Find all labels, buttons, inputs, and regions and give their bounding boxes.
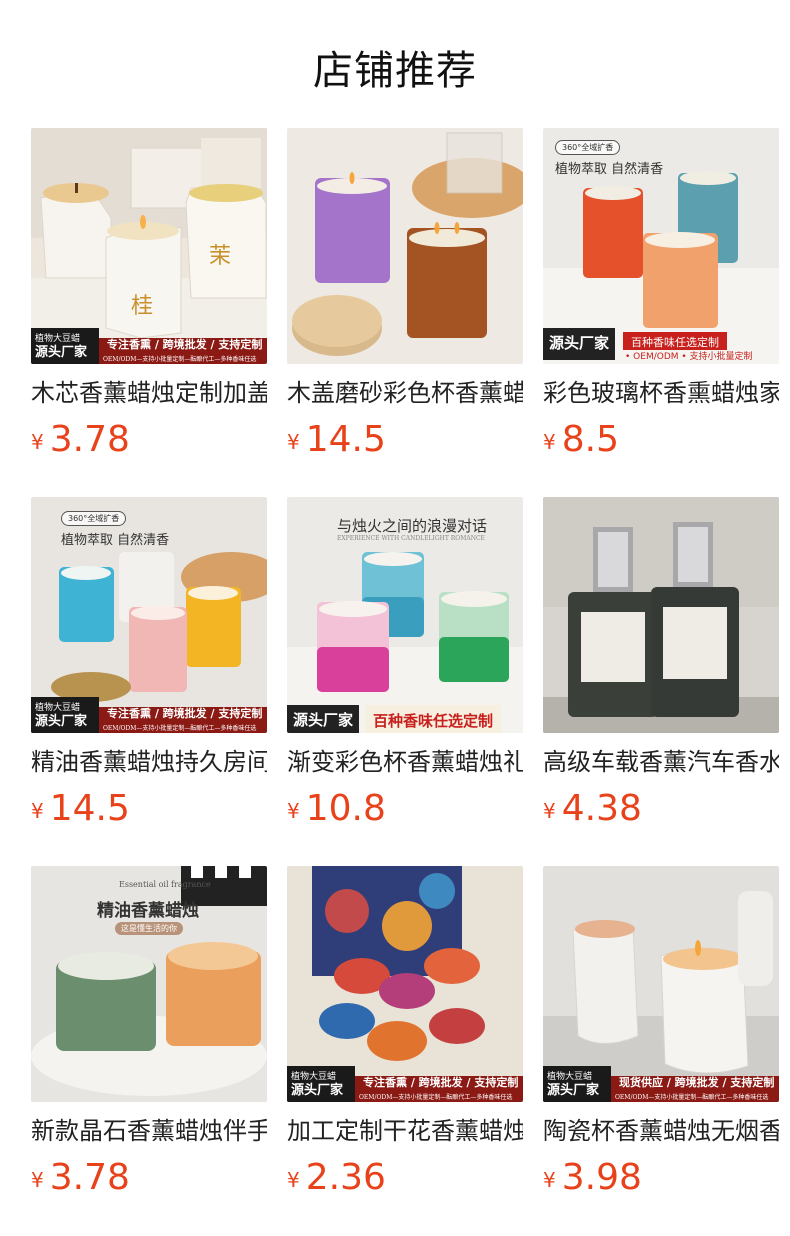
product-card[interactable]: 360°全域扩香 植物萃取 自然清香 源头厂家 百种香味任选定制 • OEM/O… [543,128,779,464]
feature-text: 植物萃取 自然清香 [555,162,664,177]
product-card[interactable]: Essential oil fragrance 精油香薰蜡烛 这是懂生活的你 新… [31,866,267,1202]
currency-symbol: ¥ [287,430,300,454]
price-value: 3.98 [561,1157,642,1198]
badge-text-2: 源头厂家 [35,345,88,360]
product-image[interactable] [543,497,779,733]
currency-symbol: ¥ [287,799,300,823]
promo-badge: 植物大豆蜡 源头厂家 [31,697,99,733]
product-name[interactable]: 木芯香薰蜡烛定制加盖礼盒 [31,378,267,408]
promo-text: 现货供应 / 跨境批发 / 支持定制 [619,1076,775,1089]
price-value: 10.8 [305,788,386,829]
product-card[interactable]: 桂 茉 植物大豆蜡 源头厂家 专注香熏 / 跨境批发 / 支持定制 OEM/ODM… [31,128,267,464]
product-card[interactable]: 木盖磨砂彩色杯香薰蜡烛 ¥14.5 [287,128,523,464]
product-name[interactable]: 渐变彩色杯香薰蜡烛礼盒 [287,747,523,777]
product-name[interactable]: 加工定制干花香薰蜡烛罐 [287,1116,523,1146]
currency-symbol: ¥ [31,430,44,454]
perfume-image [543,497,779,733]
currency-symbol: ¥ [543,799,556,823]
badge-text-2: 源头厂家 [547,1083,600,1098]
headline-text: 与烛火之间的浪漫对话 [337,517,488,535]
product-price: ¥8.5 [543,420,779,466]
label-char-gui: 桂 [131,294,154,319]
feature-text: 植物萃取 自然清香 [61,533,170,548]
product-grid: 桂 茉 植物大豆蜡 源头厂家 专注香熏 / 跨境批发 / 支持定制 OEM/ODM… [31,128,779,1202]
price-value: 3.78 [49,1157,130,1198]
product-card[interactable]: 高级车载香薰汽车香水 ¥4.38 [543,497,779,833]
product-price: ¥3.78 [31,1158,267,1204]
page-title: 店铺推荐 [313,48,477,94]
currency-symbol: ¥ [543,430,556,454]
label-char-mo: 茉 [209,244,232,269]
product-card[interactable]: 植物大豆蜡 源头厂家 专注香熏 / 跨境批发 / 支持定制 OEM/ODM—支持小… [287,866,523,1202]
currency-symbol: ¥ [287,1168,300,1192]
feature-pill: 360°全域扩香 [555,140,621,155]
currency-symbol: ¥ [543,1168,556,1192]
currency-symbol: ¥ [31,1168,44,1192]
price-value: 2.36 [305,1157,386,1198]
product-image[interactable]: Essential oil fragrance 精油香薰蜡烛 这是懂生活的你 [31,866,267,1102]
promo-subtext: OEM/ODM—支持小批量定制—酝酿代工—多种香味任选 [359,1094,513,1101]
product-price: ¥4.38 [543,789,779,835]
promo-badge: 植物大豆蜡 源头厂家 [543,1066,611,1102]
product-name[interactable]: 新款晶石香薰蜡烛伴手礼 [31,1116,267,1146]
source-badge: 源头厂家 [287,705,360,733]
product-price: ¥3.98 [543,1158,779,1204]
badge-text-2: 源头厂家 [291,1083,344,1098]
promo-badge: 植物大豆蜡 源头厂家 [31,328,99,364]
product-name[interactable]: 彩色玻璃杯香熏蜡烛家用 [543,378,779,408]
product-name[interactable]: 陶瓷杯香薰蜡烛无烟香氛 [543,1116,779,1146]
promo-subtext: OEM/ODM—支持小批量定制—酝酿代工—多种香味任选 [103,725,257,732]
product-image[interactable] [287,128,523,364]
badge-text: 植物大豆蜡 [547,1072,593,1082]
badge-text: 植物大豆蜡 [35,334,81,344]
candle-image [287,128,523,364]
product-price: ¥3.78 [31,420,267,466]
badge-text: 植物大豆蜡 [35,703,81,713]
product-image[interactable]: 360°全域扩香 植物萃取 自然清香 植物大豆蜡 源头厂家 专注香熏 / 跨境批发… [31,497,267,733]
product-name[interactable]: 高级车载香薰汽车香水 [543,747,779,777]
promo-subtext: • OEM/ODM • 支持小批量定制 [625,352,753,362]
price-value: 14.5 [305,419,386,460]
promo-badge: 植物大豆蜡 源头厂家 [287,1066,355,1102]
promo-tag: 百种香味任选定制 [365,705,502,733]
promo-tag: 百种香味任选定制 [623,332,727,350]
price-value: 14.5 [49,788,130,829]
feature-pill: 360°全域扩香 [61,511,127,526]
product-image[interactable]: 植物大豆蜡 源头厂家 专注香熏 / 跨境批发 / 支持定制 OEM/ODM—支持小… [287,866,523,1102]
product-price: ¥14.5 [287,420,523,466]
currency-symbol: ¥ [31,799,44,823]
price-value: 4.38 [561,788,642,829]
promo-text: 专注香熏 / 跨境批发 / 支持定制 [363,1076,519,1089]
product-card[interactable]: 与烛火之间的浪漫对话 EXPERIENCE WITH CANDLELIGHT R… [287,497,523,833]
badge-text: 植物大豆蜡 [291,1072,337,1082]
product-name[interactable]: 精油香薰蜡烛持久房间 [31,747,267,777]
product-card[interactable]: 360°全域扩香 植物萃取 自然清香 植物大豆蜡 源头厂家 专注香熏 / 跨境批发… [31,497,267,833]
price-value: 3.78 [49,419,130,460]
product-price: ¥14.5 [31,789,267,835]
product-price: ¥2.36 [287,1158,523,1204]
product-image[interactable]: 植物大豆蜡 源头厂家 现货供应 / 跨境批发 / 支持定制 OEM/ODM—支持小… [543,866,779,1102]
feature-pill: 这是懂生活的你 [115,922,183,935]
headline-subtext: Essential oil fragrance [119,880,211,889]
promo-text: 专注香熏 / 跨境批发 / 支持定制 [107,338,263,351]
price-value: 8.5 [561,419,619,460]
promo-subtext: OEM/ODM—支持小批量定制—酝酿代工—多种香味任选 [615,1094,769,1101]
headline-subtext: EXPERIENCE WITH CANDLELIGHT ROMANCE [337,535,485,542]
product-image[interactable]: 与烛火之间的浪漫对话 EXPERIENCE WITH CANDLELIGHT R… [287,497,523,733]
product-card[interactable]: 植物大豆蜡 源头厂家 现货供应 / 跨境批发 / 支持定制 OEM/ODM—支持小… [543,866,779,1202]
headline-text: 精油香薰蜡烛 [97,901,199,921]
source-badge: 源头厂家 [543,328,616,360]
product-price: ¥10.8 [287,789,523,835]
promo-subtext: OEM/ODM—支持小批量定制—酝酿代工—多种香味任选 [103,356,257,363]
badge-text-2: 源头厂家 [35,714,88,729]
product-image[interactable]: 360°全域扩香 植物萃取 自然清香 源头厂家 百种香味任选定制 • OEM/O… [543,128,779,364]
product-name[interactable]: 木盖磨砂彩色杯香薰蜡烛 [287,378,523,408]
product-image[interactable]: 桂 茉 植物大豆蜡 源头厂家 专注香熏 / 跨境批发 / 支持定制 OEM/ODM… [31,128,267,364]
promo-text: 专注香熏 / 跨境批发 / 支持定制 [107,707,263,720]
